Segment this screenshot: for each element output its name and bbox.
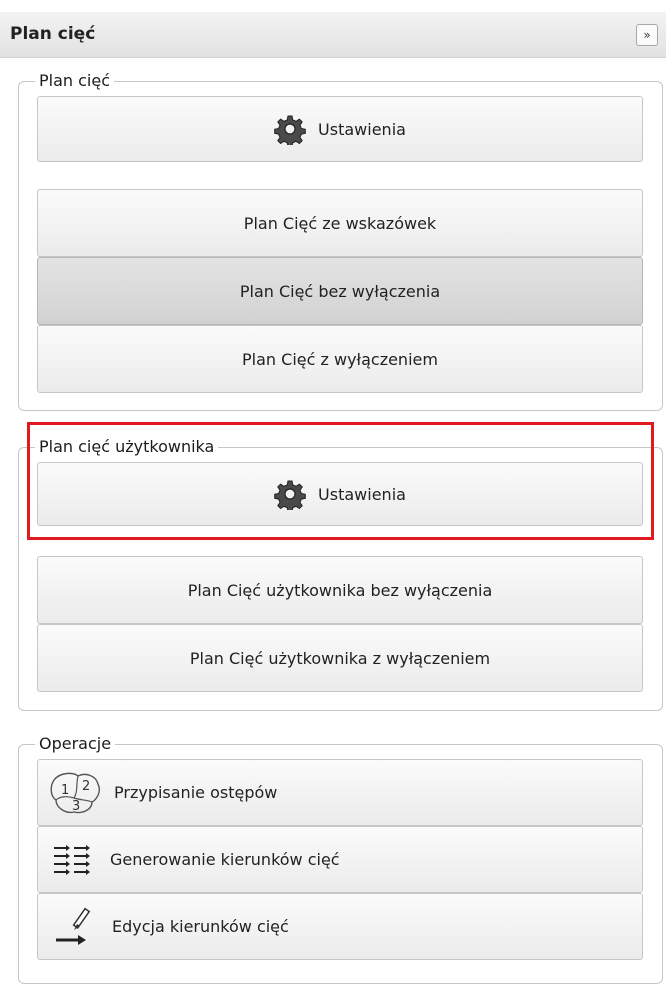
panel-title: Plan cięć <box>10 24 96 44</box>
plan-ciec-z-wylaczeniem-button[interactable]: Plan Cięć z wyłączeniem <box>37 325 643 393</box>
generowanie-kierunkow-button[interactable]: Generowanie kierunków cięć <box>37 826 643 893</box>
generowanie-kierunkow-label: Generowanie kierunków cięć <box>110 850 340 869</box>
plan-ciec-ze-wskazowek-button[interactable]: Plan Cięć ze wskazówek <box>37 189 643 257</box>
plan-uzytkownika-z-wylaczeniem-button[interactable]: Plan Cięć użytkownika z wyłączeniem <box>37 624 643 692</box>
przypisanie-ostepow-label: Przypisanie ostępów <box>114 783 278 802</box>
plan-uzytkownika-settings-button[interactable]: Ustawienia <box>37 462 643 526</box>
przypisanie-ostepow-button[interactable]: 1 2 3 Przypisanie ostępów <box>37 759 643 826</box>
edycja-kierunkow-label: Edycja kierunków cięć <box>112 917 289 936</box>
svg-text:1: 1 <box>61 783 69 798</box>
direction-arrows-icon <box>52 840 92 880</box>
panel-header: Plan cięć » <box>0 12 666 58</box>
edycja-kierunkow-button[interactable]: Edycja kierunków cięć <box>37 893 643 960</box>
collapse-panel-button[interactable]: » <box>636 24 658 46</box>
numbered-regions-icon: 1 2 3 <box>48 770 102 816</box>
gear-icon <box>274 478 306 510</box>
plan-ciec-settings-label: Ustawienia <box>318 119 406 139</box>
plan-uzytkownika-legend: Plan cięć użytkownika <box>35 436 219 458</box>
plan-ciec-legend: Plan cięć <box>35 70 115 92</box>
edit-direction-icon <box>54 904 96 950</box>
gear-icon <box>274 113 306 145</box>
svg-text:2: 2 <box>82 779 90 794</box>
plan-ciec-settings-button[interactable]: Ustawienia <box>37 96 643 162</box>
plan-ciec-bez-wylaczenia-button[interactable]: Plan Cięć bez wyłączenia <box>37 257 643 325</box>
svg-text:3: 3 <box>72 799 80 814</box>
plan-uzytkownika-bez-wylaczenia-button[interactable]: Plan Cięć użytkownika bez wyłączenia <box>37 556 643 624</box>
plan-uzytkownika-settings-label: Ustawienia <box>318 484 406 504</box>
operacje-legend: Operacje <box>35 733 116 755</box>
